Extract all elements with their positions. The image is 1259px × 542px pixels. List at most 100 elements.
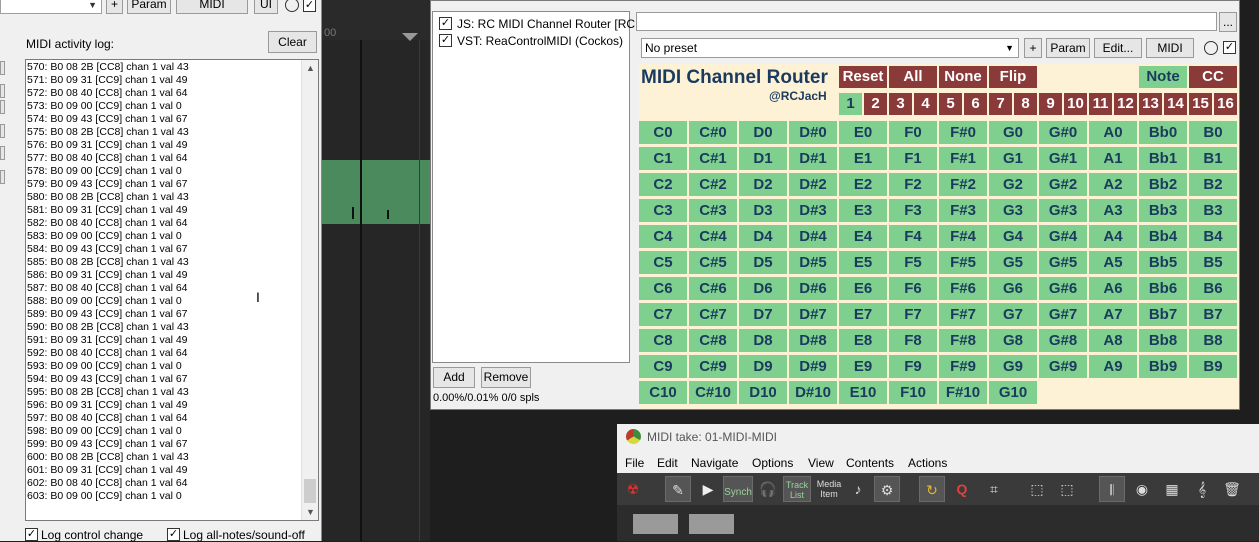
add-fx-button[interactable]: Add: [433, 367, 475, 388]
note-cell[interactable]: C#5: [689, 251, 737, 274]
record-icon[interactable]: ☢: [620, 476, 646, 502]
note-cell[interactable]: G9: [989, 355, 1037, 378]
left-edge-widget[interactable]: [0, 170, 5, 184]
note-cell[interactable]: C5: [639, 251, 687, 274]
left-bypass-checkbox[interactable]: ✓: [303, 0, 316, 12]
note-cell[interactable]: F10: [889, 381, 937, 404]
menu-view[interactable]: View: [808, 456, 834, 470]
channel-button-5[interactable]: 5: [939, 93, 962, 115]
preset-select[interactable]: No preset ▼: [641, 38, 1019, 58]
left-edge-widget[interactable]: [0, 100, 5, 114]
note-cell[interactable]: D#6: [789, 277, 837, 300]
note-cell[interactable]: Bb3: [1139, 199, 1187, 222]
note-cell[interactable]: G#1: [1039, 147, 1087, 170]
note-cell[interactable]: F#9: [939, 355, 987, 378]
note-cell[interactable]: B6: [1189, 277, 1237, 300]
note-cell[interactable]: C8: [639, 329, 687, 352]
note-cell[interactable]: D4: [739, 225, 787, 248]
track-list-button[interactable]: Track List: [783, 476, 811, 502]
note-cell[interactable]: F4: [889, 225, 937, 248]
note-cell[interactable]: G#5: [1039, 251, 1087, 274]
remove-fx-button[interactable]: Remove: [481, 367, 531, 388]
note-cell[interactable]: F#0: [939, 121, 987, 144]
note-cell[interactable]: F#4: [939, 225, 987, 248]
note-cell[interactable]: E0: [839, 121, 887, 144]
channel-button-14[interactable]: 14: [1164, 93, 1187, 115]
note-cell[interactable]: A1: [1089, 147, 1137, 170]
channel-button-16[interactable]: 16: [1214, 93, 1237, 115]
note-cell[interactable]: D2: [739, 173, 787, 196]
left-wet-knob[interactable]: [285, 0, 299, 12]
fx-bypass-checkbox[interactable]: ✓: [1223, 41, 1236, 54]
editor-block[interactable]: [633, 514, 678, 534]
menu-navigate[interactable]: Navigate: [691, 456, 738, 470]
event-list-icon[interactable]: ▦: [1159, 476, 1185, 502]
note-cell[interactable]: Bb7: [1139, 303, 1187, 326]
parameter-field[interactable]: [636, 12, 1217, 31]
note-cell[interactable]: F#1: [939, 147, 987, 170]
flip-button[interactable]: Flip: [989, 66, 1037, 88]
note-cell[interactable]: D#0: [789, 121, 837, 144]
channel-button-15[interactable]: 15: [1189, 93, 1212, 115]
note-cell[interactable]: G#0: [1039, 121, 1087, 144]
menu-actions[interactable]: Actions: [908, 456, 947, 470]
left-top-combo[interactable]: ▼: [0, 0, 102, 14]
note-cell[interactable]: G3: [989, 199, 1037, 222]
note-cell[interactable]: Bb4: [1139, 225, 1187, 248]
note-cell[interactable]: G7: [989, 303, 1037, 326]
note-cell[interactable]: D10: [739, 381, 787, 404]
note-cell[interactable]: C9: [639, 355, 687, 378]
note-cell[interactable]: C3: [639, 199, 687, 222]
note-cell[interactable]: C1: [639, 147, 687, 170]
note-cell[interactable]: C#6: [689, 277, 737, 300]
note-cell[interactable]: A9: [1089, 355, 1137, 378]
note-cell[interactable]: G#6: [1039, 277, 1087, 300]
fx-item-reacontrolmidi[interactable]: ✓ VST: ReaControlMIDI (Cockos): [439, 33, 623, 48]
note-cell[interactable]: F#7: [939, 303, 987, 326]
note-cell[interactable]: B4: [1189, 225, 1237, 248]
scroll-up-icon[interactable]: ▲: [302, 60, 318, 76]
channel-button-1[interactable]: 1: [839, 93, 862, 115]
note-cell[interactable]: B2: [1189, 173, 1237, 196]
note-cell[interactable]: A4: [1089, 225, 1137, 248]
note-cell[interactable]: D6: [739, 277, 787, 300]
midi-item-clip[interactable]: [322, 160, 430, 224]
all-button[interactable]: All: [889, 66, 937, 88]
note-cell[interactable]: F5: [889, 251, 937, 274]
note-cell[interactable]: Bb5: [1139, 251, 1187, 274]
fx-list[interactable]: ✓ JS: RC MIDI Channel Router [RC... ✓ VST:…: [432, 11, 645, 363]
note-cell[interactable]: C#2: [689, 173, 737, 196]
note-cell[interactable]: A5: [1089, 251, 1137, 274]
note-cell[interactable]: D#1: [789, 147, 837, 170]
note-mode-button[interactable]: Note: [1139, 66, 1187, 88]
clear-button[interactable]: Clear: [268, 31, 317, 53]
note-cell[interactable]: C#7: [689, 303, 737, 326]
note-cell[interactable]: C2: [639, 173, 687, 196]
note-cell[interactable]: G#2: [1039, 173, 1087, 196]
note-cell[interactable]: C10: [639, 381, 687, 404]
trash-icon[interactable]: 🗑: [1219, 476, 1245, 502]
note-cell[interactable]: Bb0: [1139, 121, 1187, 144]
note-cell[interactable]: A2: [1089, 173, 1137, 196]
channel-button-12[interactable]: 12: [1114, 93, 1137, 115]
menu-options[interactable]: Options: [752, 456, 793, 470]
note-cell[interactable]: C#1: [689, 147, 737, 170]
left-param-button[interactable]: Param: [127, 0, 171, 14]
note-cell[interactable]: G#7: [1039, 303, 1087, 326]
note-cell[interactable]: E9: [839, 355, 887, 378]
note-cell[interactable]: G10: [989, 381, 1037, 404]
select-notes-icon[interactable]: ⬚: [1024, 476, 1050, 502]
note-cell[interactable]: C6: [639, 277, 687, 300]
note-cell[interactable]: C#0: [689, 121, 737, 144]
note-cell[interactable]: D#4: [789, 225, 837, 248]
note-cell[interactable]: D1: [739, 147, 787, 170]
note-cell[interactable]: F8: [889, 329, 937, 352]
note-cell[interactable]: A7: [1089, 303, 1137, 326]
note-cell[interactable]: B5: [1189, 251, 1237, 274]
note-cell[interactable]: F7: [889, 303, 937, 326]
note-cell[interactable]: F1: [889, 147, 937, 170]
piano-roll-icon[interactable]: 𝄃: [1099, 476, 1125, 502]
note-cell[interactable]: D9: [739, 355, 787, 378]
reset-button[interactable]: Reset: [839, 66, 887, 88]
media-item-button[interactable]: Media Item: [815, 476, 843, 502]
